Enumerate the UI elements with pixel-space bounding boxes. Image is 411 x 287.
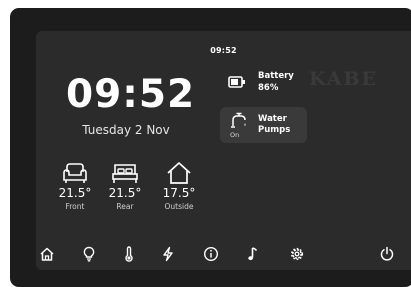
nav-music-button[interactable] — [245, 246, 261, 262]
bottom-navbar — [36, 237, 411, 270]
nav-shutdown-button[interactable] — [379, 246, 395, 262]
water-pumps-toggle[interactable]: On Water Pumps — [220, 107, 307, 143]
clock-date: Tuesday 2 Nov — [82, 123, 170, 137]
nav-temperature-button[interactable] — [121, 246, 137, 262]
bed-icon — [112, 164, 138, 183]
temp-front-label: Front — [65, 202, 85, 211]
lightning-bolt-icon — [163, 246, 173, 262]
gear-icon — [290, 247, 304, 261]
nav-light-button[interactable] — [81, 246, 97, 262]
temp-outside-label: Outside — [164, 202, 194, 211]
brand-logo: KABE — [309, 68, 379, 90]
power-icon — [380, 246, 394, 261]
nav-info-button[interactable] — [203, 246, 219, 262]
water-pumps-label-line1: Water — [258, 114, 287, 124]
temp-rear-label: Rear — [116, 202, 134, 211]
tap-icon — [231, 112, 246, 128]
water-pumps-state: On — [230, 131, 240, 139]
temp-rear[interactable]: 21.5° Rear — [100, 161, 150, 211]
clock-time: 09:52 — [66, 72, 196, 117]
water-pumps-label-line2: Pumps — [258, 125, 291, 135]
house-icon — [167, 162, 191, 184]
sofa-icon — [63, 163, 87, 183]
battery-percent: 86% — [258, 83, 279, 93]
nav-home-button[interactable] — [39, 246, 55, 262]
temp-outside-value: 17.5° — [162, 186, 196, 200]
nav-settings-button[interactable] — [289, 246, 305, 262]
home-icon — [40, 247, 54, 261]
temp-rear-value: 21.5° — [108, 186, 142, 200]
temp-front-value: 21.5° — [58, 186, 92, 200]
nav-power-button[interactable] — [160, 246, 176, 262]
info-icon — [203, 246, 219, 262]
battery-status[interactable]: Battery 86% — [228, 67, 308, 97]
thermometer-icon — [125, 246, 133, 262]
music-note-icon — [248, 247, 258, 261]
battery-icon — [228, 76, 245, 88]
light-bulb-icon — [83, 246, 95, 262]
temp-outside[interactable]: 17.5° Outside — [154, 161, 204, 211]
touch-screen: 09:52 09:52 Tuesday 2 Nov Battery 86% KA… — [36, 31, 411, 270]
status-bar-time: 09:52 — [210, 46, 237, 55]
temp-front[interactable]: 21.5° Front — [50, 161, 100, 211]
battery-title: Battery — [258, 71, 294, 81]
